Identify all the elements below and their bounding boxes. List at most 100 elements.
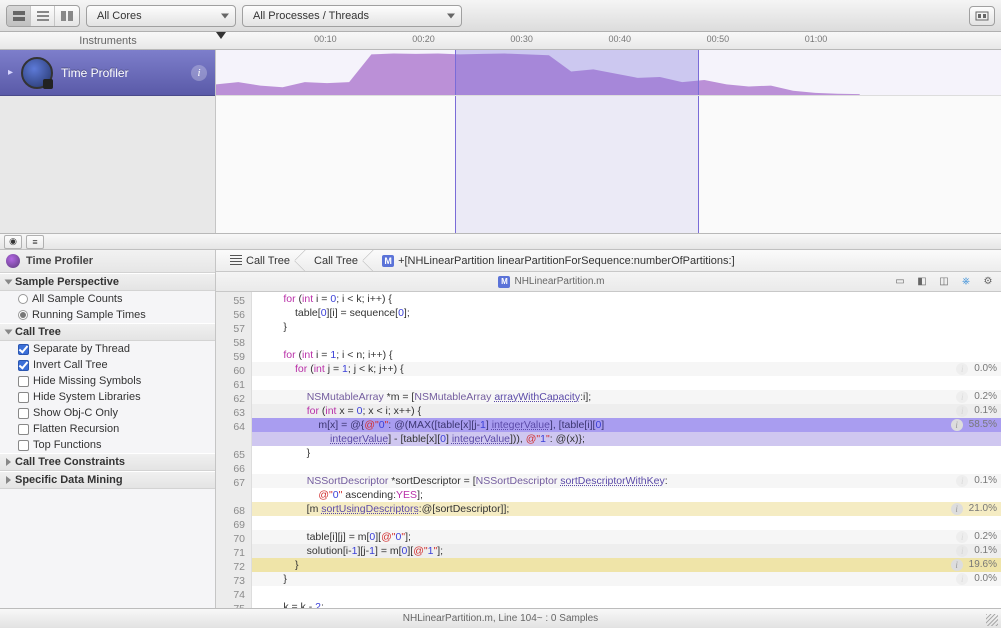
code-line: solution[i-1][j-1] = m[0][@"1"];i0.1% — [252, 544, 1001, 558]
view-mode-segment[interactable] — [6, 5, 80, 27]
tracks-area: ▸ Time Profiler i — [0, 50, 1001, 234]
sidebar-item[interactable]: Running Sample Times — [0, 307, 215, 323]
sidebar-item[interactable]: Separate by Thread — [0, 341, 215, 357]
code-line: m[x] = @{@"0": @(MAX([table[x][j-1] inte… — [252, 418, 1001, 432]
sidebar-item[interactable]: Flatten Recursion — [0, 421, 215, 437]
sidebar-title-label: Time Profiler — [26, 255, 93, 267]
ruler-tick: 01:00 — [805, 34, 828, 44]
track-header-time-profiler[interactable]: ▸ Time Profiler i — [0, 50, 215, 96]
detail-area: Time Profiler Sample Perspective All Sam… — [0, 250, 1001, 608]
section-call-tree[interactable]: Call Tree — [0, 323, 215, 341]
code-line: NSMutableArray *m = [NSMutableArray arra… — [252, 390, 1001, 404]
section-label: Call Tree Constraints — [15, 456, 125, 468]
jump-bar-call-tree-2[interactable]: Call Tree — [300, 250, 368, 271]
radio-icon — [18, 294, 28, 304]
checkbox-icon — [18, 344, 29, 355]
sidebar-item-label: All Sample Counts — [32, 293, 123, 305]
time-selection[interactable] — [455, 50, 698, 95]
cpu-waveform[interactable] — [216, 50, 1001, 96]
info-icon: i — [956, 363, 968, 375]
sidebar-item-label: Top Functions — [33, 439, 101, 451]
section-data-mining[interactable]: Specific Data Mining — [0, 471, 215, 489]
instrument-dot-icon — [6, 254, 20, 268]
time-ruler[interactable]: 00:1000:2000:3000:4000:5001:00 — [216, 32, 1001, 49]
mini-toolbar: ◉ ≡ — [0, 234, 1001, 250]
jump-bar-call-tree-1[interactable]: Call Tree — [216, 250, 300, 271]
code-line: } — [252, 446, 1001, 460]
annotations-button[interactable]: ▭ — [891, 274, 909, 290]
sidebar-item[interactable]: Invert Call Tree — [0, 357, 215, 373]
xcode-button[interactable]: ⎈ — [957, 274, 975, 290]
percent-annotation: i19.6% — [951, 558, 997, 572]
ruler-tick: 00:20 — [412, 34, 435, 44]
status-text: NHLinearPartition.m, Line 104~ : 0 Sampl… — [403, 613, 598, 624]
track-bodies[interactable] — [216, 50, 1001, 233]
percent-annotation: i0.1% — [956, 404, 997, 418]
sidebar-item[interactable]: Hide System Libraries — [0, 389, 215, 405]
status-bar: NHLinearPartition.m, Line 104~ : 0 Sampl… — [0, 608, 1001, 628]
code-line: for (int x = 0; x < i; x++) {i0.1% — [252, 404, 1001, 418]
info-icon: i — [956, 405, 968, 417]
sidebar-item-label: Separate by Thread — [33, 343, 130, 355]
checkbox-icon — [18, 424, 29, 435]
sidebar-item-label: Flatten Recursion — [33, 423, 119, 435]
info-icon[interactable]: i — [951, 419, 963, 431]
code-line — [252, 586, 1001, 600]
info-icon[interactable]: i — [951, 559, 963, 571]
ruler-tick: 00:30 — [510, 34, 533, 44]
resize-grip[interactable] — [986, 614, 998, 626]
code-line: for (int i = 1; i < n; i++) { — [252, 348, 1001, 362]
section-label: Call Tree — [15, 326, 61, 338]
info-icon[interactable]: i — [951, 503, 963, 515]
line-gutter: 5556575859606162636465666768697071727374… — [216, 292, 252, 608]
code-line: } — [252, 320, 1001, 334]
jump-bar-label: +[NHLinearPartition linearPartitionForSe… — [398, 255, 735, 267]
instrument-icon-small[interactable]: ◉ — [4, 235, 22, 249]
percent-annotation: i0.0% — [956, 572, 997, 586]
method-icon: M — [382, 255, 394, 267]
info-icon: i — [956, 545, 968, 557]
time-selection-extended — [455, 96, 698, 233]
code-line: }i0.0% — [252, 572, 1001, 586]
sidebar-item[interactable]: Hide Missing Symbols — [0, 373, 215, 389]
cores-select-label: All Cores — [97, 10, 142, 22]
jump-bar: Call Tree Call Tree M +[NHLinearPartitio… — [216, 250, 1001, 272]
section-sample-perspective[interactable]: Sample Perspective — [0, 273, 215, 291]
code-line: for (int i = 0; i < k; i++) { — [252, 292, 1001, 306]
file-icon: M — [498, 276, 510, 288]
cores-select[interactable]: All Cores — [86, 5, 236, 27]
processes-select[interactable]: All Processes / Threads — [242, 5, 462, 27]
jump-bar-method[interactable]: M +[NHLinearPartition linearPartitionFor… — [368, 250, 1001, 271]
gear-icon[interactable]: ⚙ — [979, 274, 997, 290]
sidebar-item-label: Invert Call Tree — [33, 359, 108, 371]
file-tab[interactable]: M NHLinearPartition.m — [216, 276, 887, 288]
ruler-tick: 00:40 — [609, 34, 632, 44]
info-icon[interactable]: i — [191, 65, 207, 81]
assistant-button[interactable]: ◫ — [935, 274, 953, 290]
code-lines: for (int i = 0; i < k; i++) { table[0][i… — [252, 292, 1001, 608]
code-line: k = k - 2; — [252, 600, 1001, 608]
source-view[interactable]: 5556575859606162636465666768697071727374… — [216, 292, 1001, 608]
code-line — [252, 334, 1001, 348]
file-tabbar: M NHLinearPartition.m ▭ ◧ ◫ ⎈ ⚙ — [216, 272, 1001, 292]
ruler-tick: 00:10 — [314, 34, 337, 44]
view-mode-3[interactable] — [55, 6, 79, 26]
main-panel: Call Tree Call Tree M +[NHLinearPartitio… — [216, 250, 1001, 608]
sidebar-item[interactable]: All Sample Counts — [0, 291, 215, 307]
checkbox-icon — [18, 392, 29, 403]
disclosure-icon — [6, 476, 11, 484]
list-icon — [230, 255, 242, 267]
view-mode-2[interactable] — [31, 6, 55, 26]
sidebar-item-label: Show Obj-C Only — [33, 407, 118, 419]
view-mode-1[interactable] — [7, 6, 31, 26]
percent-annotation: i58.5% — [951, 418, 997, 432]
sidebar-item[interactable]: Top Functions — [0, 437, 215, 453]
sidebar-item[interactable]: Show Obj-C Only — [0, 405, 215, 421]
section-constraints[interactable]: Call Tree Constraints — [0, 453, 215, 471]
track-config-button[interactable]: ≡ — [26, 235, 44, 249]
code-line — [252, 376, 1001, 390]
code-line — [252, 460, 1001, 474]
counters-button[interactable]: ◧ — [913, 274, 931, 290]
playhead-marker[interactable] — [216, 32, 226, 39]
library-button[interactable] — [969, 6, 995, 26]
